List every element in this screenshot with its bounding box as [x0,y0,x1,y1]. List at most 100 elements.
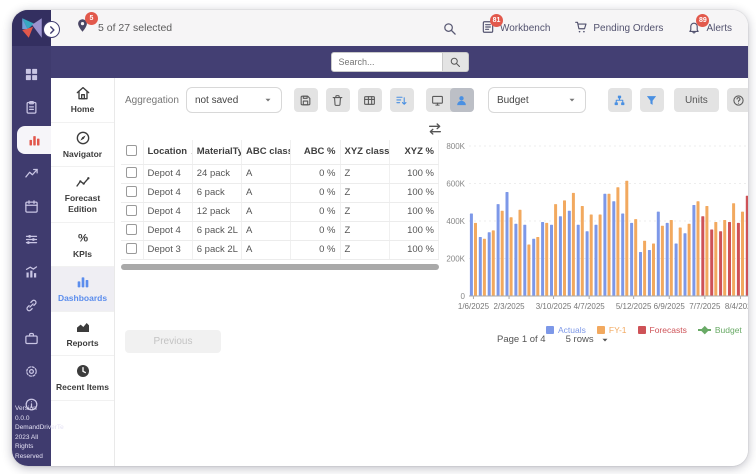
percent-icon: % [75,230,91,246]
table-cell: A [242,202,291,221]
sort-button[interactable] [390,88,414,112]
selection-summary: 5 of 27 selected [98,22,172,34]
workbench-button[interactable]: 81 Workbench [481,20,550,37]
row-checkbox[interactable] [126,224,137,235]
main-content: Aggregation not saved Budget [115,78,748,466]
cart-icon [574,20,588,34]
svg-text:2/3/2025: 2/3/2025 [493,302,525,311]
sidebar-item-navigator[interactable]: Navigator [51,123,114,168]
sidebar-item-forecast-edition[interactable]: Forecast Edition [51,167,114,222]
table-cell: 100 % [389,164,438,183]
help-button[interactable] [727,88,748,112]
sidebar-item-home[interactable]: Home [51,78,114,123]
alerts-label: Alerts [706,23,732,34]
row-checkbox[interactable] [126,186,137,197]
screen-view-button[interactable] [426,88,450,112]
table-cell: 6 pack 2L [192,221,241,240]
sidebar-item-recent-items[interactable]: Recent Items [51,356,114,401]
chart-canvas: 0200K400K600K800K1/6/20252/3/20253/10/20… [443,138,748,314]
row-checkbox[interactable] [126,243,137,254]
rail-item-apps-grid-icon[interactable] [12,60,51,88]
table-cell: 0 % [291,221,340,240]
swap-panels-button[interactable] [427,121,443,142]
sidebar-item-kpis[interactable]: %KPIs [51,223,114,268]
table-view-button[interactable] [358,88,382,112]
svg-text:400K: 400K [446,217,465,226]
integrations-icon [24,298,39,313]
column-header-abc-[interactable]: ABC % [291,140,340,164]
chevron-right-icon [47,25,57,35]
rail-item-briefcase-icon[interactable] [12,324,51,352]
column-header-xyz-[interactable]: XYZ % [389,140,438,164]
hierarchy-button[interactable] [608,88,632,112]
svg-text:200K: 200K [446,255,465,264]
table-cell: 6 pack 2L [192,240,241,259]
column-header-location[interactable]: Location▲ [143,140,192,164]
table-row: Depot 46 pack 2LA0 %Z100 % [121,221,439,240]
horizontal-scrollbar[interactable] [121,264,439,270]
search-input[interactable] [331,52,443,72]
legend-item-budget[interactable]: Budget [698,325,742,335]
sidebar-item-label: Home [71,104,95,115]
user-view-button[interactable] [450,88,474,112]
measure-value: Budget [497,95,529,106]
table-cell: 12 pack [192,202,241,221]
column-header-abc-class[interactable]: ABC class [242,140,291,164]
rail-item-sliders-icon[interactable] [12,225,51,253]
table-cell: 100 % [389,240,438,259]
sidebar-item-reports[interactable]: Reports [51,312,114,357]
table-cell: Z [340,240,389,259]
table-cell: A [242,240,291,259]
sidebar-item-dashboards[interactable]: Dashboards [51,267,114,312]
rail-item-chart-mixed-icon[interactable] [12,258,51,286]
table-cell: Depot 4 [143,221,192,240]
column-header-xyz-class[interactable]: XYZ class [340,140,389,164]
units-button[interactable]: Units [674,88,719,112]
svg-text:8/4/2025: 8/4/2025 [725,302,748,311]
rail-item-bar-chart-icon[interactable] [17,126,51,154]
bar-chart: 0200K400K600K800K1/6/20252/3/20253/10/20… [443,138,748,316]
rail-item-integrations-icon[interactable] [12,291,51,319]
pending-orders-button[interactable]: Pending Orders [574,20,663,37]
row-checkbox[interactable] [126,205,137,216]
svg-text:3/10/2025: 3/10/2025 [536,302,572,311]
legend-label: Forecasts [650,325,687,335]
row-checkbox[interactable] [126,167,137,178]
legend-item-forecasts[interactable]: Forecasts [638,325,687,335]
svg-text:1/6/2025: 1/6/2025 [458,302,490,311]
select-all-checkbox[interactable] [126,145,137,156]
sidebar-item-label: Reports [66,338,98,349]
svg-text:800K: 800K [446,142,465,151]
page-indicator: Page 1 of 4 [497,334,546,345]
alerts-button[interactable]: 89 Alerts [687,20,732,37]
clipboard-icon [24,100,39,115]
rail-item-calendar-icon[interactable] [12,192,51,220]
chart-mixed-icon [24,265,39,280]
collapse-sidebar-button[interactable] [43,21,60,38]
previous-page-button[interactable]: Previous [125,330,221,353]
measure-select[interactable]: Budget [488,87,586,113]
sidebar-item-label: Recent Items [56,382,109,393]
aggregation-select[interactable]: not saved [186,87,282,113]
delete-button[interactable] [326,88,350,112]
table-cell: 100 % [389,221,438,240]
forecast-icon [75,174,91,190]
screen: Version 0.0.0DemandDriverTe2023 All Righ… [0,0,756,474]
table-cell: Z [340,221,389,240]
monitor-icon [431,94,444,107]
rail-item-clipboard-icon[interactable] [12,93,51,121]
sidebar-item-label: Forecast Edition [53,193,112,214]
rows-per-page-select[interactable]: 5 rows [566,334,610,345]
column-header-materialtype[interactable]: MaterialType [192,140,241,164]
search-submit-button[interactable] [443,52,469,72]
table-row: Depot 36 pack 2LA0 %Z100 % [121,240,439,259]
location-selector[interactable]: 5 [75,18,90,38]
workbench-label: Workbench [500,23,550,34]
save-button[interactable] [294,88,318,112]
sidebar-item-label: Dashboards [58,293,107,304]
rail-item-gear-icon[interactable] [12,357,51,385]
rail-item-line-chart-icon[interactable] [12,159,51,187]
search-icon[interactable] [442,21,457,36]
table-row: Depot 412 packA0 %Z100 % [121,202,439,221]
filter-button[interactable] [640,88,664,112]
